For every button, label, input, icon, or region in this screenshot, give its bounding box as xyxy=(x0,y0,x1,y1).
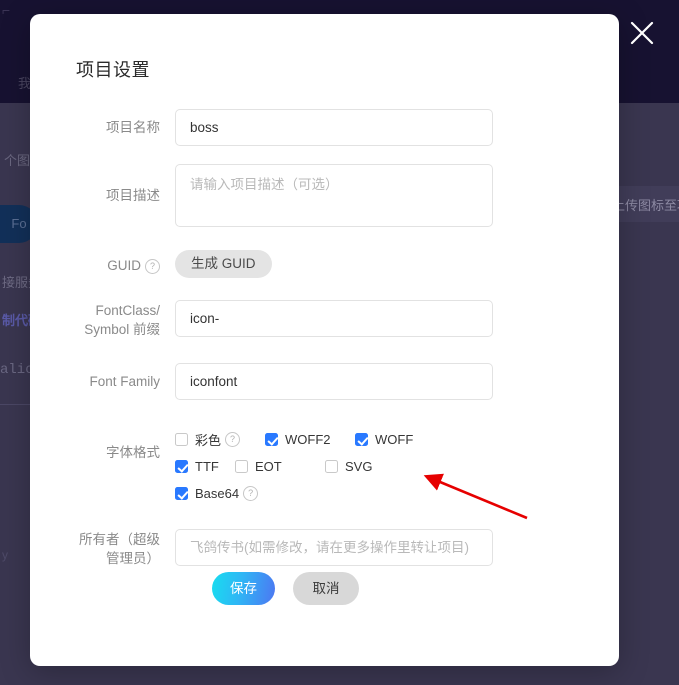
project-settings-dialog: 项目设置 项目名称 项目描述 GUID? 生成 GUID xyxy=(30,14,619,666)
checkbox-row: WOFF2 xyxy=(265,426,355,453)
field-row-prefix: FontClass/ Symbol 前缀 xyxy=(30,300,619,339)
checkbox-label: WOFF xyxy=(375,432,414,447)
label-guid-text: GUID xyxy=(107,258,141,273)
label-prefix-line1: FontClass/ xyxy=(95,303,160,318)
checkbox-row: 彩色? xyxy=(175,426,265,453)
background-upload-hint: 上传图标至项 xyxy=(612,198,679,213)
help-icon-guid[interactable]: ? xyxy=(145,259,160,274)
prefix-input[interactable] xyxy=(175,300,493,337)
checkbox-label: EOT xyxy=(255,459,282,474)
field-row-project-name: 项目名称 xyxy=(30,109,619,146)
label-owner: 所有者（超级 管理员） xyxy=(30,529,175,568)
field-row-guid: GUID? 生成 GUID xyxy=(30,250,619,278)
label-owner-line1: 所有者（超级 xyxy=(79,532,160,547)
label-guid: GUID? xyxy=(30,250,175,275)
project-name-input[interactable] xyxy=(175,109,493,146)
save-button[interactable]: 保存 xyxy=(212,572,275,605)
field-row-project-description: 项目描述 xyxy=(30,164,619,232)
checkbox-eot[interactable] xyxy=(235,460,248,473)
cancel-button[interactable]: 取消 xyxy=(293,572,359,605)
checkbox-row: TTF xyxy=(175,453,235,480)
checkbox-svg[interactable] xyxy=(325,460,338,473)
background-divider xyxy=(0,404,30,405)
label-font-format: 字体格式 xyxy=(106,445,160,460)
label-owner-line2: 管理员） xyxy=(106,551,160,566)
checkbox-label: TTF xyxy=(195,459,219,474)
dialog-title: 项目设置 xyxy=(76,60,150,80)
checkbox-row: EOT xyxy=(235,453,325,480)
checkbox-label: Base64 xyxy=(195,486,240,501)
checkbox-woff2[interactable] xyxy=(265,433,278,446)
font-format-checkbox-group: 彩色? WOFF2 WOFF TTF EOT SVG Base64? xyxy=(175,426,495,507)
project-settings-form: 项目名称 项目描述 GUID? 生成 GUID FontClass/ xyxy=(30,109,619,586)
close-modal-button[interactable] xyxy=(621,12,663,54)
background-corner-glyph: ⌐ xyxy=(2,2,11,18)
font-family-input[interactable] xyxy=(175,363,493,400)
checkbox-label: WOFF2 xyxy=(285,432,331,447)
checkbox-彩色[interactable] xyxy=(175,433,188,446)
background-text-y: y xyxy=(2,548,8,562)
label-prefix: FontClass/ Symbol 前缀 xyxy=(30,300,175,339)
field-row-font-format: 字体格式 彩色? WOFF2 WOFF TTF EOT SVG Base64? xyxy=(30,426,619,507)
generate-guid-button[interactable]: 生成 GUID xyxy=(175,250,272,278)
label-project-name: 项目名称 xyxy=(106,120,160,135)
field-row-font-family: Font Family xyxy=(30,363,619,400)
checkbox-label: 彩色 xyxy=(195,433,222,448)
checkbox-ttf[interactable] xyxy=(175,460,188,473)
checkbox-label: SVG xyxy=(345,459,373,474)
checkbox-row: Base64? xyxy=(175,480,265,507)
checkbox-woff[interactable] xyxy=(355,433,368,446)
checkbox-row: WOFF xyxy=(355,426,445,453)
checkbox-base64[interactable] xyxy=(175,487,188,500)
project-description-textarea[interactable] xyxy=(175,164,493,227)
label-prefix-line2: Symbol 前缀 xyxy=(84,322,160,337)
help-icon-base64[interactable]: ? xyxy=(243,486,259,501)
owner-input[interactable] xyxy=(175,529,493,566)
help-icon-彩色[interactable]: ? xyxy=(225,432,241,447)
dialog-action-buttons: 保存 取消 xyxy=(212,572,359,605)
checkbox-row: SVG xyxy=(325,453,415,480)
close-icon xyxy=(629,20,655,46)
label-project-description: 项目描述 xyxy=(106,188,160,203)
field-row-owner: 所有者（超级 管理员） xyxy=(30,529,619,568)
label-font-family: Font Family xyxy=(89,374,160,389)
